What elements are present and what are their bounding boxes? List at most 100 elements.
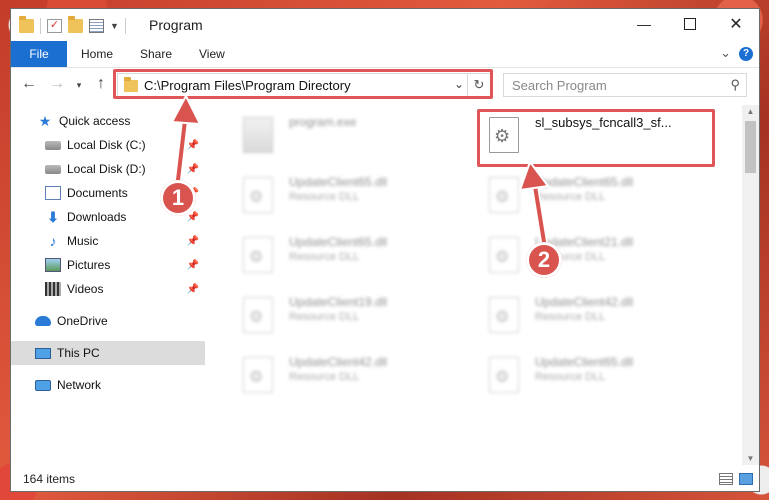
- sidebar-item-label: Network: [57, 378, 102, 392]
- videos-icon: [45, 282, 61, 296]
- file-item[interactable]: UpdateClient65.dll Resource DLL: [473, 351, 713, 399]
- pin-icon[interactable]: 📌: [187, 212, 199, 223]
- disk-icon: [45, 164, 61, 174]
- recent-locations-chevron-icon[interactable]: ▾: [69, 80, 89, 91]
- callout-2: 2: [526, 242, 562, 278]
- sidebar-item-local-disk-c[interactable]: Local Disk (C:) 📌: [11, 133, 205, 157]
- search-icon[interactable]: ⚲: [730, 77, 740, 93]
- file-item[interactable]: UpdateClient65.dll Resource DLL: [227, 231, 467, 279]
- scroll-down-icon[interactable]: ▼: [742, 454, 759, 463]
- maximize-button[interactable]: [667, 9, 713, 39]
- sidebar-item-quick-access[interactable]: ★ Quick access: [11, 109, 205, 133]
- callout-1: 1: [160, 180, 196, 216]
- file-item[interactable]: UpdateClient42.dll Resource DLL: [473, 291, 713, 339]
- file-name: UpdateClient42.dll: [289, 355, 388, 369]
- close-icon: ✕: [729, 16, 743, 33]
- close-button[interactable]: ✕: [713, 9, 759, 39]
- back-button[interactable]: ←: [19, 75, 39, 93]
- file-item[interactable]: UpdateClient65.dll Resource DLL: [473, 171, 713, 219]
- pictures-icon: [45, 258, 61, 272]
- dll-file-icon: [243, 297, 273, 333]
- file-item[interactable]: UpdateClient19.dll Resource DLL: [227, 291, 467, 339]
- pin-icon[interactable]: 📌: [187, 164, 199, 175]
- pin-icon[interactable]: 📌: [187, 140, 199, 151]
- file-description: Resource DLL: [289, 251, 360, 263]
- file-item[interactable]: UpdateClient65.dll Resource DLL: [227, 171, 467, 219]
- large-icons-view-icon[interactable]: [739, 473, 753, 485]
- minimize-button[interactable]: —: [621, 9, 667, 39]
- tab-file[interactable]: File: [11, 41, 67, 67]
- tab-view[interactable]: View: [199, 41, 225, 67]
- music-icon: ♪: [49, 233, 57, 249]
- explorer-window: ✓ ▼ Program — ✕ File Home Share View ⌄ ?…: [10, 8, 760, 492]
- search-input[interactable]: Search Program: [512, 78, 607, 93]
- sidebar-item-network[interactable]: Network: [11, 373, 205, 397]
- sidebar-item-label: OneDrive: [57, 314, 108, 328]
- pin-icon[interactable]: 📌: [187, 284, 199, 295]
- file-item[interactable]: UpdateClient42.dll Resource DLL: [227, 351, 467, 399]
- sidebar-item-onedrive[interactable]: OneDrive: [11, 309, 205, 333]
- sidebar-item-pictures[interactable]: Pictures 📌: [11, 253, 205, 277]
- target-file-highlight-box: [477, 109, 715, 167]
- sidebar-item-label: This PC: [57, 346, 100, 360]
- toolbar-separator: [124, 18, 126, 34]
- network-icon: [35, 379, 51, 391]
- folder-icon[interactable]: [19, 16, 34, 33]
- pin-icon[interactable]: 📌: [187, 236, 199, 247]
- sidebar-item-local-disk-d[interactable]: Local Disk (D:) 📌: [11, 157, 205, 181]
- onedrive-icon: [35, 316, 51, 326]
- file-name: program.exe: [289, 115, 357, 129]
- dll-file-icon: [243, 177, 273, 213]
- status-bar: 164 items: [11, 467, 759, 491]
- title-bar: ✓ ▼ Program — ✕: [11, 9, 759, 41]
- pin-icon[interactable]: 📌: [187, 260, 199, 271]
- file-name: UpdateClient42.dll: [535, 295, 634, 309]
- sidebar-item-label: Local Disk (D:): [67, 162, 146, 176]
- sidebar-item-label: Music: [67, 234, 99, 248]
- file-description: Resource DLL: [289, 311, 360, 323]
- dll-file-icon: [489, 357, 519, 393]
- sidebar-item-label: Pictures: [67, 258, 111, 272]
- disk-icon: [45, 140, 61, 150]
- pc-icon: [35, 347, 51, 359]
- file-item[interactable]: program.exe: [227, 111, 467, 159]
- tab-share[interactable]: Share: [140, 41, 172, 67]
- up-button[interactable]: ↑: [91, 75, 111, 93]
- scrollbar-thumb[interactable]: [745, 121, 756, 173]
- sidebar-item-videos[interactable]: Videos 📌: [11, 277, 205, 301]
- sidebar-item-label: Downloads: [67, 210, 127, 224]
- exe-file-icon: [243, 117, 273, 153]
- file-name: UpdateClient19.dll: [289, 295, 388, 309]
- item-count: 164 items: [23, 472, 76, 486]
- sidebar-item-music[interactable]: ♪ Music 📌: [11, 229, 205, 253]
- documents-icon: [45, 186, 61, 200]
- properties-check-icon[interactable]: ✓: [47, 19, 62, 33]
- tab-home[interactable]: Home: [81, 41, 113, 67]
- file-item[interactable]: UpdateClient21.dll Resource DLL: [473, 231, 713, 279]
- sidebar-item-this-pc[interactable]: This PC: [11, 341, 205, 365]
- star-icon: ★: [38, 113, 52, 129]
- downloads-icon: ⬇: [47, 209, 59, 225]
- search-box[interactable]: Search Program ⚲: [503, 73, 747, 97]
- forward-button[interactable]: →: [47, 75, 67, 93]
- chevron-down-icon[interactable]: ⌄: [720, 45, 731, 61]
- file-name: UpdateClient65.dll: [535, 175, 634, 189]
- dll-file-icon: [489, 297, 519, 333]
- toolbar-separator: [40, 18, 41, 34]
- sidebar-item-label: Local Disk (C:): [67, 138, 146, 152]
- file-name: UpdateClient65.dll: [535, 355, 634, 369]
- dll-file-icon: [489, 237, 519, 273]
- file-description: Resource DLL: [289, 371, 360, 383]
- vertical-scrollbar[interactable]: ▲ ▼: [742, 105, 759, 465]
- scroll-up-icon[interactable]: ▲: [742, 107, 759, 116]
- navigation-bar: ← → ▾ ↑ C:\Program Files\Program Directo…: [11, 69, 759, 101]
- sidebar-item-label: Videos: [67, 282, 104, 296]
- help-icon[interactable]: ?: [739, 47, 753, 61]
- details-view-icon[interactable]: [719, 473, 733, 485]
- chevron-down-icon[interactable]: ▼: [110, 21, 119, 31]
- new-folder-icon[interactable]: [68, 16, 83, 33]
- file-description: Resource DLL: [535, 371, 606, 383]
- dll-file-icon: [243, 237, 273, 273]
- navigation-pane: ★ Quick access Local Disk (C:) 📌 Local D…: [11, 105, 207, 465]
- properties-icon[interactable]: [89, 19, 104, 33]
